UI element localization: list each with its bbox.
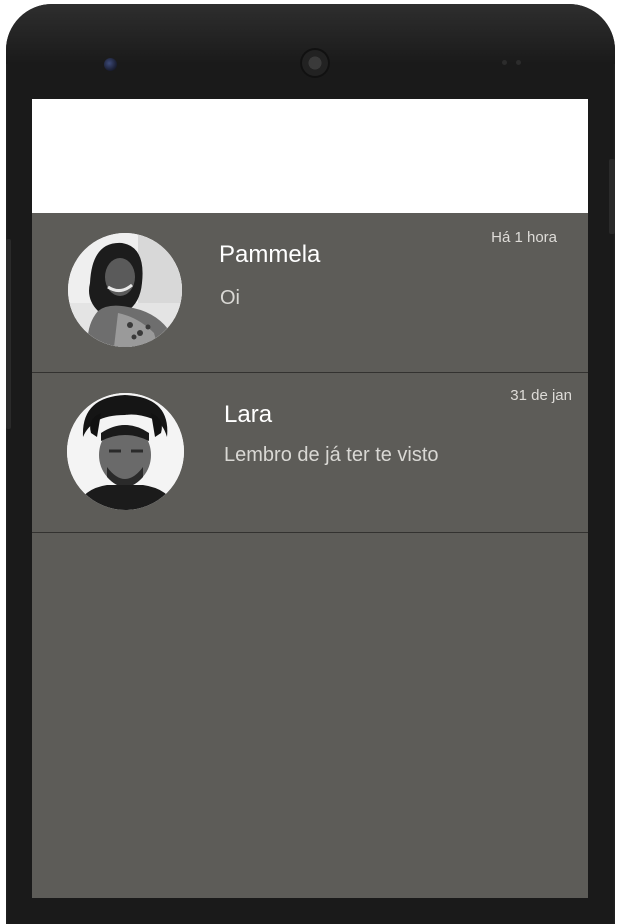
message-preview: Lembro de já ter te visto [224,444,439,466]
volume-button [6,239,11,429]
conversation-item[interactable]: Lara Lembro de já ter te visto 31 de jan [32,373,588,533]
speaker-icon [300,48,330,78]
sensor-dot [502,60,507,65]
contact-name: Lara [224,401,273,428]
message-preview: Oi [220,287,240,309]
power-button [609,159,615,234]
timestamp: 31 de jan [510,387,572,404]
conversation-item[interactable]: Pammela Oi Há 1 hora [32,213,588,373]
sensor-dot [516,60,521,65]
contact-name: Pammela [219,241,321,268]
app-bar [32,99,588,213]
phone-screen: Pammela Oi Há 1 hora Lara Lembro de já t… [32,99,588,898]
person-photo-icon [67,393,184,510]
person-photo-icon [68,233,182,347]
avatar [68,233,182,347]
timestamp: Há 1 hora [491,229,557,246]
front-camera-icon [104,58,117,71]
avatar [67,393,184,510]
